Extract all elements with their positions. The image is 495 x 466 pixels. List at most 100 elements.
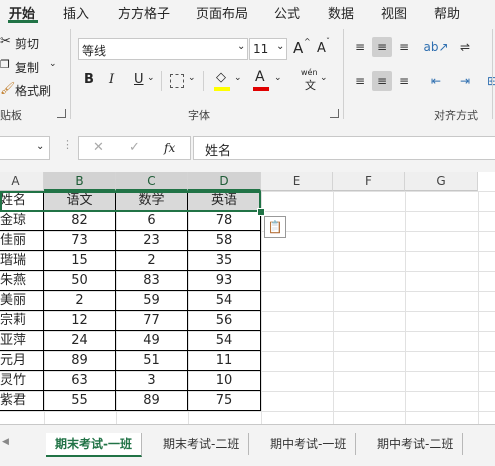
tab-help[interactable]: 帮助: [434, 3, 460, 22]
decrease-font-size-button[interactable]: A: [317, 41, 326, 56]
cancel-icon[interactable]: ✕: [93, 140, 104, 155]
data-cell[interactable]: 77: [116, 311, 188, 331]
scroll-left-icon[interactable]: ◀: [2, 437, 9, 447]
column-header-E[interactable]: E: [261, 172, 333, 191]
column-header-B[interactable]: B: [44, 172, 116, 191]
italic-button[interactable]: I: [109, 72, 114, 87]
data-cell[interactable]: 89: [44, 351, 116, 371]
font-color-dropdown-icon[interactable]: ⌄: [274, 73, 282, 83]
spreadsheet-grid[interactable]: ABCDEFG 姓名 语文 数学 英语 金琼 82 6 78 佳丽 73 23 58 瑎瑞 15 2 35 朱燕…: [0, 172, 495, 432]
data-cell[interactable]: 59: [116, 291, 188, 311]
enter-icon[interactable]: ✓: [129, 140, 140, 155]
data-cell[interactable]: 11: [188, 351, 261, 371]
merge-center-icon[interactable]: ⊞: [482, 71, 495, 91]
data-cell[interactable]: 24: [44, 331, 116, 351]
borders-icon[interactable]: [170, 74, 184, 88]
font-color-button[interactable]: A: [255, 69, 265, 85]
increase-font-size-button[interactable]: A: [293, 39, 303, 57]
data-cell[interactable]: 紫君: [0, 391, 44, 411]
orientation-icon[interactable]: ab↗: [423, 37, 448, 57]
insert-function-button[interactable]: fx: [164, 141, 175, 155]
copy-dropdown-icon[interactable]: ⌄: [49, 59, 57, 69]
data-cell[interactable]: 73: [44, 231, 116, 251]
data-cell[interactable]: 6: [116, 211, 188, 231]
data-cell[interactable]: 78: [188, 211, 261, 231]
data-cell[interactable]: 93: [188, 271, 261, 291]
clipboard-launcher-icon[interactable]: [57, 109, 66, 118]
align-left-icon[interactable]: ≡: [350, 71, 370, 91]
tab-view[interactable]: 视图: [381, 3, 407, 22]
align-middle-icon[interactable]: ≡: [372, 37, 392, 57]
data-cell[interactable]: 89: [116, 391, 188, 411]
sheet-tab-mid-class2[interactable]: 期中考试-二班: [368, 433, 464, 455]
data-cell[interactable]: 宗莉: [0, 311, 44, 331]
column-header-C[interactable]: C: [116, 172, 188, 191]
data-cell[interactable]: 15: [44, 251, 116, 271]
data-cell[interactable]: 佳丽: [0, 231, 44, 251]
bold-button[interactable]: B: [84, 72, 94, 87]
borders-dropdown-icon[interactable]: ⌄: [188, 73, 196, 83]
column-header-G[interactable]: G: [405, 172, 478, 191]
data-cell[interactable]: 10: [188, 371, 261, 391]
tab-data[interactable]: 数据: [328, 3, 354, 22]
cut-button[interactable]: 剪切: [15, 35, 39, 52]
data-cell[interactable]: 亚萍: [0, 331, 44, 351]
data-cell[interactable]: 51: [116, 351, 188, 371]
data-cell[interactable]: 83: [116, 271, 188, 291]
tab-insert[interactable]: 插入: [63, 3, 89, 22]
font-name-select[interactable]: 等线 ⌄: [78, 38, 248, 60]
align-top-icon[interactable]: ≡: [350, 37, 370, 57]
data-cell[interactable]: 瑎瑞: [0, 251, 44, 271]
fill-color-icon[interactable]: ◇: [216, 70, 226, 85]
data-cell[interactable]: 2: [116, 251, 188, 271]
data-cell[interactable]: 58: [188, 231, 261, 251]
format-painter-button[interactable]: 格式刷: [15, 82, 51, 99]
column-header-F[interactable]: F: [333, 172, 405, 191]
align-right-icon[interactable]: ≡: [394, 71, 414, 91]
data-cell[interactable]: 朱燕: [0, 271, 44, 291]
data-cell[interactable]: 82: [44, 211, 116, 231]
data-cell[interactable]: 54: [188, 331, 261, 351]
quick-analysis-icon[interactable]: 📋: [264, 216, 286, 238]
align-center-icon[interactable]: ≡: [372, 71, 392, 91]
tab-formulas[interactable]: 公式: [274, 3, 300, 22]
copy-button[interactable]: 复制: [15, 59, 39, 76]
data-cell[interactable]: 56: [188, 311, 261, 331]
data-cell[interactable]: 35: [188, 251, 261, 271]
column-header-D[interactable]: D: [188, 172, 261, 191]
data-cell[interactable]: 金琼: [0, 211, 44, 231]
data-cell[interactable]: 灵竹: [0, 371, 44, 391]
underline-dropdown-icon[interactable]: ⌄: [147, 73, 155, 83]
increase-indent-icon[interactable]: ⇥: [455, 71, 475, 91]
column-header-A[interactable]: A: [0, 172, 44, 191]
wrap-text-icon[interactable]: ⇌: [455, 37, 475, 57]
name-box[interactable]: ⌄: [0, 136, 50, 160]
data-cell[interactable]: 54: [188, 291, 261, 311]
phonetic-dropdown-icon[interactable]: ⌄: [320, 73, 328, 83]
font-size-select[interactable]: 11 ⌄: [249, 38, 287, 60]
formula-input[interactable]: 姓名: [193, 136, 495, 160]
decrease-indent-icon[interactable]: ⇤: [426, 71, 446, 91]
data-cell[interactable]: 55: [44, 391, 116, 411]
sheet-tab-final-class2[interactable]: 期末考试-二班: [154, 433, 250, 455]
fill-color-dropdown-icon[interactable]: ⌄: [234, 73, 242, 83]
data-cell[interactable]: 75: [188, 391, 261, 411]
data-cell[interactable]: 12: [44, 311, 116, 331]
align-bottom-icon[interactable]: ≡: [394, 37, 414, 57]
sheet-tab-final-class1[interactable]: 期末考试-一班: [46, 433, 142, 457]
data-cell[interactable]: 50: [44, 271, 116, 291]
data-cell[interactable]: 2: [44, 291, 116, 311]
data-cell[interactable]: 元月: [0, 351, 44, 371]
tab-fangfangezi[interactable]: 方方格子: [118, 3, 170, 22]
fill-handle[interactable]: [257, 208, 265, 216]
data-cell[interactable]: 3: [116, 371, 188, 391]
sheet-tab-mid-class1[interactable]: 期中考试-一班: [261, 433, 357, 455]
underline-button[interactable]: U: [134, 72, 144, 87]
tab-page-layout[interactable]: 页面布局: [196, 3, 248, 22]
data-cell[interactable]: 美丽: [0, 291, 44, 311]
font-launcher-icon[interactable]: [330, 109, 339, 118]
phonetic-guide-button[interactable]: 文: [305, 77, 316, 93]
data-cell[interactable]: 23: [116, 231, 188, 251]
data-cell[interactable]: 63: [44, 371, 116, 391]
data-cell[interactable]: 49: [116, 331, 188, 351]
